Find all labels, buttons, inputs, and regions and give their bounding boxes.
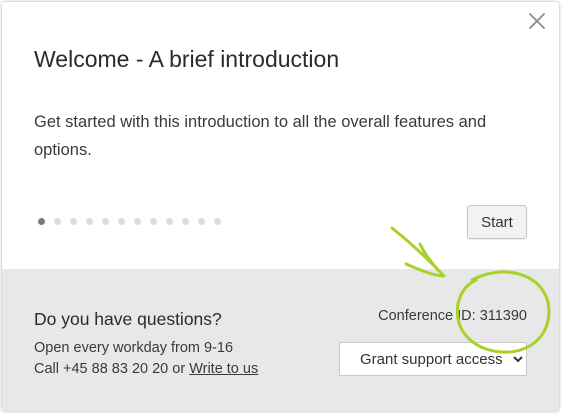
intro-text: Get started with this introduction to al… — [34, 113, 487, 159]
step-pager — [38, 218, 221, 225]
phone-text: Call +45 88 83 20 20 or — [34, 361, 190, 377]
step-dot[interactable] — [198, 218, 205, 225]
step-dot[interactable] — [150, 218, 157, 225]
contact-line: Call +45 88 83 20 20 or Write to us — [34, 361, 258, 377]
conference-id: Conference ID: 311390 — [378, 308, 527, 324]
questions-heading: Do you have questions? — [34, 309, 222, 329]
start-button[interactable]: Start — [467, 205, 527, 239]
close-button[interactable] — [526, 10, 548, 32]
step-dot[interactable] — [54, 218, 61, 225]
step-dot[interactable] — [134, 218, 141, 225]
step-dot[interactable] — [214, 218, 221, 225]
conference-id-label: Conference ID: — [378, 308, 476, 324]
dialog-title: Welcome - A brief introduction — [34, 46, 340, 72]
step-dot[interactable] — [182, 218, 189, 225]
step-dot[interactable] — [102, 218, 109, 225]
grant-support-access-select[interactable]: Grant support access — [339, 342, 527, 376]
intro-dialog: Welcome - A brief introduction Get start… — [2, 2, 559, 411]
conference-id-value: 311390 — [479, 308, 527, 324]
step-dot[interactable] — [86, 218, 93, 225]
close-icon — [529, 13, 545, 29]
support-footer: Do you have questions? Open every workda… — [2, 269, 559, 411]
step-dot[interactable] — [166, 218, 173, 225]
opening-hours: Open every workday from 9-16 — [34, 340, 234, 356]
write-to-us-link[interactable]: Write to us — [189, 361, 258, 377]
step-dot[interactable] — [118, 218, 125, 225]
step-dot[interactable] — [70, 218, 77, 225]
step-dot-active[interactable] — [38, 218, 45, 225]
